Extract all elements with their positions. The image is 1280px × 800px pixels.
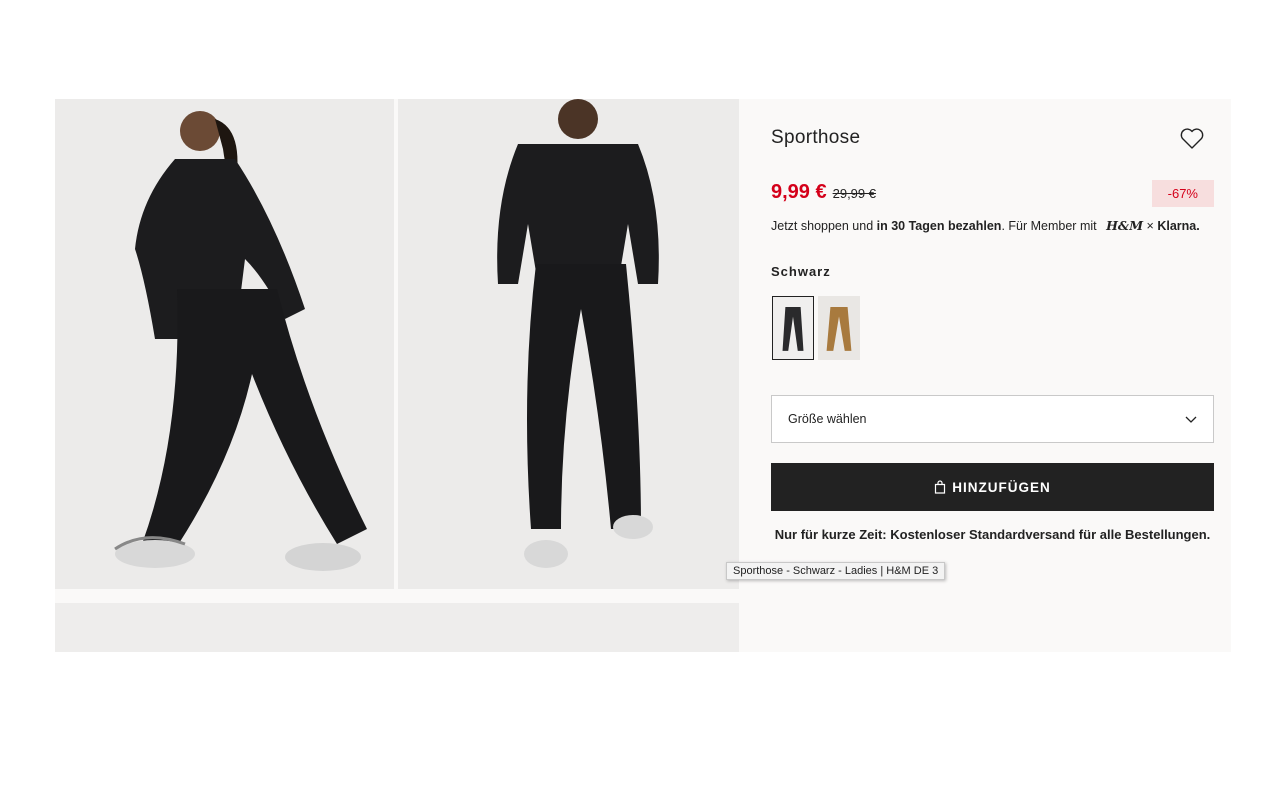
klarna-suffix: . Für Member mit bbox=[1001, 219, 1097, 233]
klarna-times: × bbox=[1146, 219, 1154, 233]
discount-badge: -67% bbox=[1151, 180, 1214, 207]
klarna-logo: Klarna. bbox=[1157, 219, 1200, 233]
brown-pants-thumbnail bbox=[826, 307, 852, 351]
product-stage: Sporthose 9,99 € 29,99 € -67% Jetzt shop… bbox=[55, 99, 1231, 652]
size-select-label: Größe wählen bbox=[788, 412, 867, 426]
price-row: 9,99 € 29,99 € bbox=[771, 181, 876, 204]
color-swatch-brown[interactable] bbox=[818, 296, 860, 360]
product-image-back[interactable] bbox=[398, 99, 739, 589]
product-image-next[interactable] bbox=[55, 603, 739, 652]
color-name: Schwarz bbox=[771, 264, 831, 279]
shopping-bag-icon bbox=[935, 480, 946, 494]
black-pants-thumbnail bbox=[782, 307, 804, 351]
heart-icon[interactable] bbox=[1179, 127, 1205, 151]
add-to-cart-button[interactable]: HINZUFÜGEN bbox=[771, 463, 1214, 511]
add-to-cart-label: HINZUFÜGEN bbox=[952, 479, 1051, 495]
klarna-bold: in 30 Tagen bezahlen bbox=[876, 219, 1002, 233]
tooltip: Sporthose - Schwarz - Ladies | H&M DE 3 bbox=[726, 562, 946, 580]
model-side-photo bbox=[55, 99, 394, 589]
klarna-prefix: Jetzt shoppen und bbox=[771, 219, 877, 233]
size-select[interactable]: Größe wählen bbox=[771, 395, 1214, 443]
original-price: 29,99 € bbox=[832, 186, 876, 201]
chevron-down-icon bbox=[1185, 416, 1197, 423]
shipping-note: Nur für kurze Zeit: Kostenloser Standard… bbox=[774, 527, 1211, 542]
color-swatch-black[interactable] bbox=[772, 296, 814, 360]
hm-logo: H&M bbox=[1106, 218, 1144, 233]
product-title: Sporthose bbox=[771, 127, 861, 148]
model-back-photo bbox=[398, 99, 739, 589]
klarna-message: Jetzt shoppen und in 30 Tagen bezahlen. … bbox=[771, 218, 1200, 233]
sale-price: 9,99 € bbox=[771, 181, 827, 203]
product-image-side[interactable] bbox=[55, 99, 394, 589]
